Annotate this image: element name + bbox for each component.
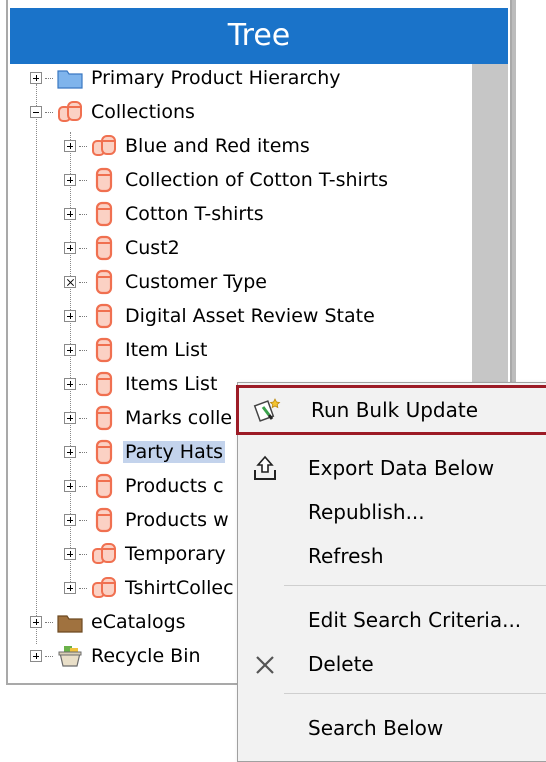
collection-icon	[95, 473, 113, 499]
tree-item-primary-product-hierarchy[interactable]: Primary Product Hierarchy	[30, 62, 342, 94]
expand-plus-icon[interactable]	[64, 514, 76, 526]
tree-item-label: Customer Type	[125, 271, 267, 293]
tree-item-collection-of-cotton-tshirts[interactable]: Collection of Cotton T-shirts	[64, 164, 390, 196]
expand-plus-icon[interactable]	[64, 412, 76, 424]
menu-item-refresh[interactable]: Refresh	[238, 535, 546, 577]
expander-x-icon[interactable]	[64, 276, 76, 288]
tree-item-items-list[interactable]: Items List	[64, 368, 219, 400]
collection-icon	[95, 201, 113, 227]
tree-header-title: Tree	[10, 8, 508, 64]
tree-item-recycle-bin[interactable]: Recycle Bin	[30, 640, 203, 672]
expand-plus-icon[interactable]	[64, 378, 76, 390]
collapse-minus-icon[interactable]	[30, 106, 42, 118]
collection-icon	[95, 235, 113, 261]
tree-item-label: Items List	[125, 373, 218, 395]
expand-plus-icon[interactable]	[30, 72, 42, 84]
folder-brown-icon	[57, 615, 83, 633]
expand-plus-icon[interactable]	[30, 650, 42, 662]
tree-item-label: Products w	[125, 509, 229, 531]
tree-item-products-c[interactable]: Products c	[64, 470, 226, 502]
tree-item-label: Recycle Bin	[91, 645, 201, 667]
menu-item-republish[interactable]: Republish...	[238, 491, 546, 533]
tree-item-tshirt-collection[interactable]: TshirtCollec	[64, 572, 236, 604]
menu-item-label: Run Bulk Update	[311, 398, 479, 422]
expand-plus-icon[interactable]	[64, 242, 76, 254]
tree-item-label: Cotton T-shirts	[125, 203, 264, 225]
delete-x-icon	[256, 656, 274, 674]
menu-item-export-data-below[interactable]: Export Data Below	[238, 447, 546, 489]
tree-item-label: Temporary	[125, 543, 226, 565]
collection-stack-icon	[92, 135, 116, 156]
tree-item-label: Item List	[125, 339, 208, 361]
tree-item-marks-collection[interactable]: Marks colle	[64, 402, 234, 434]
expand-plus-icon[interactable]	[64, 344, 76, 356]
panel-splitter[interactable]	[512, 0, 516, 390]
bulk-update-icon	[253, 398, 281, 422]
collection-stack-icon	[92, 543, 116, 564]
tree-item-label: Digital Asset Review State	[125, 305, 375, 327]
tree-item-temporary[interactable]: Temporary	[64, 538, 228, 570]
tree-item-label: Cust2	[125, 237, 180, 259]
expand-plus-icon[interactable]	[64, 548, 76, 560]
tree-item-label: Blue and Red items	[125, 135, 310, 157]
collection-icon	[95, 269, 113, 295]
collection-stack-icon	[92, 577, 116, 598]
menu-item-label: Republish...	[308, 500, 425, 524]
tree-item-label: Marks colle	[125, 407, 233, 429]
menu-item-search-below[interactable]: Search Below	[238, 707, 546, 749]
export-icon	[254, 455, 276, 480]
collection-icon	[95, 167, 113, 193]
expand-plus-icon[interactable]	[64, 480, 76, 492]
tree-item-item-list[interactable]: Item List	[64, 334, 210, 366]
tree-item-cust2[interactable]: Cust2	[64, 232, 182, 264]
context-menu: Run Bulk Update Export Data Below Republ…	[236, 382, 546, 762]
menu-separator	[284, 693, 546, 694]
expand-plus-icon[interactable]	[64, 140, 76, 152]
tree-item-party-hats[interactable]: Party Hats	[64, 436, 226, 468]
tree-item-products-w[interactable]: Products w	[64, 504, 231, 536]
menu-item-label: Export Data Below	[308, 456, 495, 480]
expand-plus-icon[interactable]	[64, 208, 76, 220]
tree-item-blue-and-red-items[interactable]: Blue and Red items	[64, 130, 312, 162]
expand-plus-icon[interactable]	[64, 174, 76, 186]
expand-plus-icon[interactable]	[64, 310, 76, 322]
tree-item-digital-asset-review-state[interactable]: Digital Asset Review State	[64, 300, 377, 332]
collection-icon	[95, 439, 113, 465]
menu-item-label: Delete	[308, 652, 374, 676]
expand-plus-icon[interactable]	[30, 616, 42, 628]
tree-item-label: eCatalogs	[91, 611, 186, 633]
collection-icon	[95, 337, 113, 363]
tree-item-label: Collections	[91, 101, 195, 123]
collection-icon	[95, 507, 113, 533]
expand-plus-icon[interactable]	[64, 446, 76, 458]
collection-icon	[95, 371, 113, 397]
menu-item-delete[interactable]: Delete	[238, 643, 546, 685]
menu-item-edit-search-criteria[interactable]: Edit Search Criteria...	[238, 599, 546, 641]
tree-item-ecatalogs[interactable]: eCatalogs	[30, 606, 188, 638]
menu-item-label: Edit Search Criteria...	[308, 608, 522, 632]
menu-separator	[284, 585, 546, 586]
tree-item-label: Collection of Cotton T-shirts	[125, 169, 388, 191]
tree-item-cotton-tshirts[interactable]: Cotton T-shirts	[64, 198, 266, 230]
menu-item-run-bulk-update[interactable]: Run Bulk Update	[236, 385, 546, 435]
menu-item-label: Refresh	[308, 544, 384, 568]
tree-item-customer-type[interactable]: Customer Type	[64, 266, 269, 298]
menu-item-label: Search Below	[308, 716, 444, 740]
tree-item-label: TshirtCollec	[125, 577, 234, 599]
tree-item-label: Party Hats	[123, 441, 226, 463]
expand-plus-icon[interactable]	[64, 582, 76, 594]
collection-icon	[95, 303, 113, 329]
collection-stack-icon	[58, 101, 82, 122]
scrollbar-thumb[interactable]	[472, 64, 508, 394]
tree-item-label: Products c	[125, 475, 224, 497]
folder-blue-icon	[57, 70, 83, 89]
tree-item-label: Primary Product Hierarchy	[91, 67, 341, 89]
collection-icon	[95, 405, 113, 431]
tree-connector-line	[36, 84, 37, 644]
tree-item-collections[interactable]: Collections	[30, 96, 197, 128]
recycle-bin-icon	[58, 646, 82, 667]
